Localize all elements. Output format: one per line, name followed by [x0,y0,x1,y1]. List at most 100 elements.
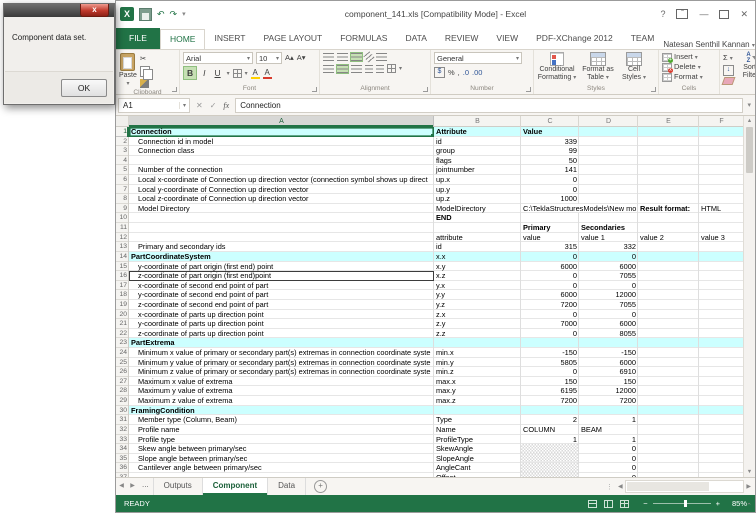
cell-C28[interactable]: 6195 [521,386,579,396]
name-box-dropdown-icon[interactable]: ▾ [179,102,189,109]
row-header-15[interactable]: 15 [116,262,129,272]
decrease-font-icon[interactable]: A▾ [297,53,306,63]
tab-view[interactable]: VIEW [487,28,527,49]
cell-F5[interactable] [699,165,744,175]
copy-icon[interactable] [140,66,150,77]
cell-E25[interactable] [638,358,699,368]
cell-D7[interactable] [579,185,638,195]
row-header-8[interactable]: 8 [116,194,129,204]
row-header-28[interactable]: 28 [116,386,129,396]
cell-B7[interactable]: up.y [434,185,521,195]
cell-E34[interactable] [638,444,699,454]
cell-B30[interactable] [434,406,521,416]
accounting-format-icon[interactable]: $ [434,67,445,78]
fill-color-icon[interactable]: A [251,68,260,78]
increase-font-icon[interactable]: A▴ [285,53,294,63]
cell-F36[interactable] [699,463,744,473]
cell-styles-button[interactable]: Cell Styles ▾ [619,52,649,82]
zoom-in-icon[interactable]: + [716,499,720,508]
cell-A13[interactable]: Primary and secondary ids [129,242,434,252]
cell-C15[interactable]: 6000 [521,262,579,272]
cell-C21[interactable]: 7000 [521,319,579,329]
cell-F3[interactable] [699,146,744,156]
row-header-2[interactable]: 2 [116,137,129,147]
cell-C6[interactable]: 0 [521,175,579,185]
orientation-icon[interactable] [363,51,374,62]
cell-B14[interactable]: x.x [434,252,521,262]
wrap-text-icon[interactable] [376,53,387,61]
cell-F29[interactable] [699,396,744,406]
cell-A11[interactable] [129,223,434,233]
cell-E3[interactable] [638,146,699,156]
cell-C10[interactable] [521,213,579,223]
cell-A37[interactable] [129,473,434,477]
cancel-icon[interactable]: ✕ [196,101,203,110]
increase-indent-icon[interactable] [376,65,384,73]
cell-D30[interactable] [579,406,638,416]
tab-data[interactable]: DATA [396,28,435,49]
row-header-18[interactable]: 18 [116,290,129,300]
cell-B4[interactable]: flags [434,156,521,166]
column-header-F[interactable]: F [699,116,744,127]
cell-C11[interactable]: Primary [521,223,579,233]
cell-E32[interactable] [638,425,699,435]
cell-E10[interactable] [638,213,699,223]
new-sheet-icon[interactable]: + [314,480,327,493]
cell-E6[interactable] [638,175,699,185]
cell-D20[interactable]: 0 [579,310,638,320]
sheet-tab-component[interactable]: Component [203,478,268,495]
scroll-left-icon[interactable]: ◀ [616,483,625,490]
insert-function-icon[interactable]: fx [223,101,229,110]
row-header-26[interactable]: 26 [116,367,129,377]
cell-D27[interactable]: 150 [579,377,638,387]
row-header-14[interactable]: 14 [116,252,129,262]
cell-E20[interactable] [638,310,699,320]
row-header-9[interactable]: 9 [116,204,129,214]
help-icon[interactable]: ? [660,9,665,19]
cell-A26[interactable]: Minimum z value of primary or secondary … [129,367,434,377]
row-header-30[interactable]: 30 [116,406,129,416]
cell-C14[interactable]: 0 [521,252,579,262]
row-header-22[interactable]: 22 [116,329,129,339]
cell-E35[interactable] [638,454,699,464]
cell-E29[interactable] [638,396,699,406]
vertical-scrollbar[interactable]: ▲ ▼ [743,116,755,477]
cell-F25[interactable] [699,358,744,368]
cell-C25[interactable]: 5805 [521,358,579,368]
cell-B13[interactable]: id [434,242,521,252]
row-header-35[interactable]: 35 [116,454,129,464]
cell-A30[interactable]: FramingCondition [129,406,434,416]
fill-icon[interactable]: ↓ [723,65,734,76]
cell-C33[interactable]: 1 [521,435,579,445]
cell-D26[interactable]: 6910 [579,367,638,377]
cell-A5[interactable]: Number of the connection [129,165,434,175]
cell-C3[interactable]: 99 [521,146,579,156]
cell-A8[interactable]: Local z-coordinate of Connection up dire… [129,194,434,204]
row-header-34[interactable]: 34 [116,444,129,454]
excel-logo-icon[interactable]: X [120,7,134,21]
cell-A15[interactable]: y-coordinate of part origin (first end) … [129,262,434,272]
cell-A25[interactable]: Minimum y value of primary or secondary … [129,358,434,368]
cell-A34[interactable]: Skew angle between primary/sec [129,444,434,454]
sheet-tab-outputs[interactable]: Outputs [154,478,203,495]
align-center-icon[interactable] [337,65,348,73]
cell-C22[interactable]: 0 [521,329,579,339]
cell-F31[interactable] [699,415,744,425]
align-right-icon[interactable] [351,65,362,73]
cell-E13[interactable] [638,242,699,252]
cell-B8[interactable]: up.z [434,194,521,204]
row-header-29[interactable]: 29 [116,396,129,406]
font-dialog-launcher-icon[interactable] [312,87,317,92]
cell-D18[interactable]: 12000 [579,290,638,300]
undo-icon[interactable]: ↶ [157,7,165,21]
cell-C7[interactable]: 0 [521,185,579,195]
cell-B10[interactable]: END [434,213,521,223]
formula-input[interactable]: Connection [235,98,743,113]
row-header-13[interactable]: 13 [116,242,129,252]
cell-F22[interactable] [699,329,744,339]
cell-E19[interactable] [638,300,699,310]
cell-F7[interactable] [699,185,744,195]
scroll-right-icon[interactable]: ▶ [744,483,753,490]
cell-D25[interactable]: 6000 [579,358,638,368]
cell-F8[interactable] [699,194,744,204]
